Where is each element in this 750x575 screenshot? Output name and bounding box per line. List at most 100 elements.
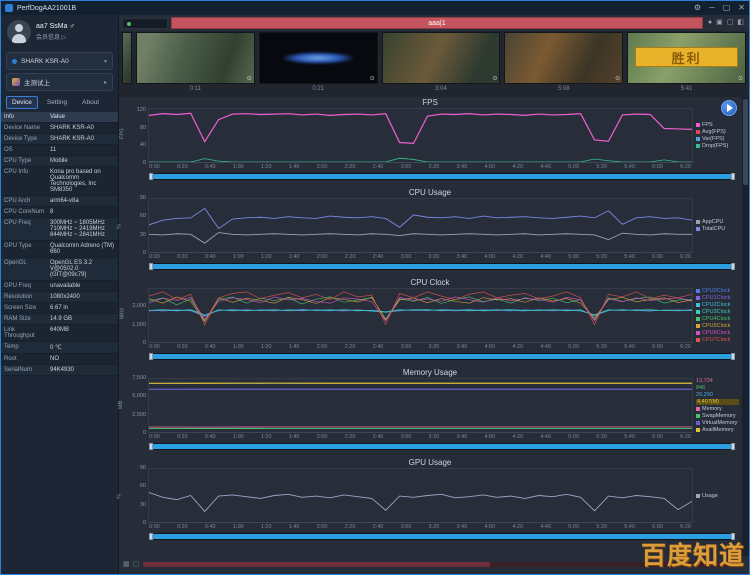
legend-item[interactable]: AvailMemory — [696, 427, 739, 433]
legend-item[interactable]: CPU5Clock — [696, 323, 739, 329]
chart-plot[interactable] — [148, 198, 693, 253]
x-tick-label: 2:00 — [317, 523, 328, 532]
scrollbar-right-handle[interactable] — [731, 353, 735, 360]
legend-label: AppCPU — [702, 219, 723, 225]
scrollbar-left-handle[interactable] — [149, 533, 153, 540]
window-icon[interactable]: ▢ — [727, 17, 734, 29]
thumbnail-partial[interactable] — [122, 32, 132, 96]
vertical-scrollbar-thumb[interactable] — [743, 99, 748, 185]
play-button[interactable] — [721, 100, 737, 116]
thumbnail[interactable]: ⊙0:11 — [136, 32, 255, 96]
chart-plot[interactable] — [148, 468, 693, 523]
scrollbar-left-handle[interactable] — [149, 173, 153, 180]
legend-item[interactable]: CPU3Clock — [696, 309, 739, 315]
bottom-toggles: ▦ ▢ — [123, 560, 139, 568]
tab-device[interactable]: Device — [6, 96, 38, 109]
x-tick-label: 1:40 — [289, 343, 300, 352]
scrollbar-left-handle[interactable] — [149, 443, 153, 450]
scrollbar-right-handle[interactable] — [731, 263, 735, 270]
scrollbar-left-handle[interactable] — [149, 263, 153, 270]
legend-item[interactable]: FPS — [696, 122, 739, 128]
legend-item[interactable]: CPU1Clock — [696, 295, 739, 301]
legend-item[interactable]: CPU7Clock — [696, 337, 739, 343]
capture-button[interactable] — [122, 18, 168, 29]
legend-item[interactable]: CPU2Clock — [696, 302, 739, 308]
tab-setting[interactable]: Setting — [41, 96, 73, 109]
maximize-button[interactable]: ▢ — [723, 2, 731, 14]
legend-item[interactable]: Avg(FPS) — [696, 129, 739, 135]
chart-scrollbar-bar[interactable] — [151, 174, 733, 179]
y-axis-ticks: 0306090 — [128, 198, 148, 253]
chart-scrollbar[interactable] — [149, 353, 735, 360]
info-key: RAM Size — [1, 314, 47, 324]
legend-item[interactable]: Drop(FPS) — [696, 143, 739, 149]
x-tick-label: 5:20 — [596, 253, 607, 262]
chart-scrollbar-bar[interactable] — [151, 264, 733, 269]
user-subtitle[interactable]: 会员信息 ▷ — [36, 32, 75, 41]
chart-scrollbar[interactable] — [149, 173, 735, 180]
displays-icon[interactable]: ◧ — [737, 17, 744, 29]
grid-toggle-icon[interactable]: ▦ — [123, 560, 130, 568]
camera-icon: ⊙ — [615, 75, 620, 82]
chart-scrollbar[interactable] — [149, 443, 735, 450]
thumbnail[interactable]: 胜利⊙5:41 — [627, 32, 746, 96]
tab-about[interactable]: About — [76, 96, 105, 109]
chart-plot[interactable] — [148, 108, 693, 163]
charts-area: FPSFPS04080120FPSAvg(FPS)Var(FPS)Drop(FP… — [119, 97, 749, 556]
y-axis-unit: MB — [121, 378, 128, 433]
legend-item[interactable]: Var(FPS) — [696, 136, 739, 142]
legend-item[interactable]: Usage — [696, 493, 739, 499]
scrollbar-right-handle[interactable] — [731, 443, 735, 450]
chart-scrollbar[interactable] — [149, 263, 735, 270]
info-value: Kona pro based on Qualcomm Technologies,… — [47, 167, 118, 195]
chart-body: MHz01,0002,000CPU0ClockCPU1ClockCPU2Cloc… — [121, 288, 739, 343]
app-select[interactable]: 主测试上 ▸ — [6, 73, 113, 91]
chevron-down-icon: ▾ — [104, 58, 107, 65]
chart-body: FPS04080120FPSAvg(FPS)Var(FPS)Drop(FPS) — [121, 108, 739, 163]
vertical-scrollbar[interactable] — [742, 97, 749, 556]
y-tick-label: 7,500 — [132, 375, 146, 381]
info-value: 94K4930 — [47, 365, 118, 375]
x-tick-label: 2:00 — [317, 433, 328, 442]
legend-item[interactable]: VirtualMemory — [696, 420, 739, 426]
scrollbar-left-handle[interactable] — [149, 353, 153, 360]
chart-scrollbar-bar[interactable] — [151, 444, 733, 449]
x-tick-label: 0:20 — [177, 343, 188, 352]
record-icon[interactable]: ● — [708, 17, 712, 29]
x-tick-label: 3:00 — [401, 163, 412, 172]
chart-plot[interactable] — [148, 288, 693, 343]
title-bar: PerfDogAA21001B ⚙─▢✕ — [1, 1, 749, 15]
chart-scrollbar-bar[interactable] — [151, 354, 733, 359]
legend-item[interactable]: CPU4Clock — [696, 316, 739, 322]
series-cpu5clock — [149, 297, 692, 322]
scrollbar-right-handle[interactable] — [731, 173, 735, 180]
table-row: Device NameSHARK KSR-A0 — [1, 123, 118, 134]
close-button[interactable]: ✕ — [738, 2, 745, 14]
legend-item[interactable]: CPU0Clock — [696, 288, 739, 294]
legend-item[interactable]: Memory — [696, 406, 739, 412]
legend-marker-icon — [696, 494, 700, 498]
legend-item[interactable]: TotalCPU — [696, 226, 739, 232]
x-tick-label: 3:00 — [401, 343, 412, 352]
legend-item[interactable]: CPU6Clock — [696, 330, 739, 336]
x-tick-label: 3:00 — [401, 253, 412, 262]
thumbnail[interactable]: ⊙0:21 — [259, 32, 378, 96]
device-select[interactable]: SHARK KSR-A0 ▾ — [6, 52, 113, 70]
legend-item[interactable]: AppCPU — [696, 219, 739, 225]
camera-icon[interactable]: ▣ — [716, 17, 723, 29]
user-card[interactable]: aa7 SsMa ♂ 会员信息 ▷ — [1, 15, 118, 49]
camera-icon: ⊙ — [492, 75, 497, 82]
legend-marker-icon — [696, 310, 700, 314]
x-tick-label: 2:40 — [373, 253, 384, 262]
test-case-banner[interactable]: aaa|1 — [171, 17, 703, 29]
settings-button[interactable]: ⚙ — [694, 2, 701, 14]
thumbnail[interactable]: ⊙3:04 — [382, 32, 501, 96]
legend-item[interactable]: SwapMemory — [696, 413, 739, 419]
chart-legend: 13,72484629,2904,407(M)MemorySwapMemoryV… — [693, 378, 739, 433]
table-row: CPU TypeMobile — [1, 156, 118, 167]
thumbnail[interactable]: ⊙5:08 — [504, 32, 623, 96]
chart-plot[interactable] — [148, 378, 693, 433]
box-toggle-icon[interactable]: ▢ — [133, 560, 140, 568]
minimize-button[interactable]: ─ — [709, 2, 715, 14]
y-tick-label: 5,000 — [132, 393, 146, 399]
